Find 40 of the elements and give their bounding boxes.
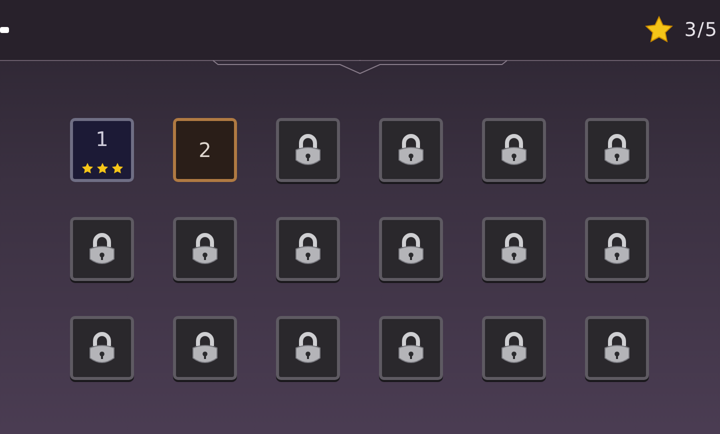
level-tile[interactable]: 2 xyxy=(173,118,237,182)
padlock-icon xyxy=(190,330,220,366)
locked-level-tile[interactable] xyxy=(482,217,546,281)
padlock-icon xyxy=(499,132,529,168)
locked-level-tile[interactable] xyxy=(276,118,340,182)
padlock-icon xyxy=(602,231,632,267)
locked-level-tile[interactable] xyxy=(173,217,237,281)
locked-level-tile[interactable] xyxy=(70,316,134,380)
locked-level-tile[interactable] xyxy=(482,118,546,182)
padlock-icon xyxy=(293,330,323,366)
padlock-icon xyxy=(602,132,632,168)
locked-level-tile[interactable] xyxy=(379,217,443,281)
locked-level-tile[interactable] xyxy=(379,316,443,380)
locked-level-tile[interactable] xyxy=(276,217,340,281)
padlock-icon xyxy=(602,330,632,366)
locked-level-tile[interactable] xyxy=(70,217,134,281)
locked-level-tile[interactable] xyxy=(585,217,649,281)
locked-level-tile[interactable] xyxy=(173,316,237,380)
locked-level-tile[interactable] xyxy=(585,316,649,380)
padlock-icon xyxy=(293,132,323,168)
star-count: 3/5 xyxy=(684,19,718,41)
padlock-icon xyxy=(87,231,117,267)
level-number: 1 xyxy=(96,127,108,151)
locked-level-tile[interactable] xyxy=(482,316,546,380)
locked-level-tile[interactable] xyxy=(276,316,340,380)
star-icon xyxy=(96,162,108,175)
star-icon xyxy=(644,15,674,45)
padlock-icon xyxy=(396,330,426,366)
locked-level-tile[interactable] xyxy=(585,118,649,182)
padlock-icon xyxy=(396,132,426,168)
star-icon xyxy=(80,162,94,175)
padlock-icon xyxy=(499,330,529,366)
padlock-icon xyxy=(87,330,117,366)
locked-level-tile[interactable] xyxy=(379,118,443,182)
padlock-icon xyxy=(190,231,220,267)
star-icon xyxy=(110,162,124,175)
padlock-icon xyxy=(293,231,323,267)
padlock-icon xyxy=(396,231,426,267)
padlock-icon xyxy=(499,231,529,267)
level-tile[interactable]: 1 xyxy=(70,118,134,182)
